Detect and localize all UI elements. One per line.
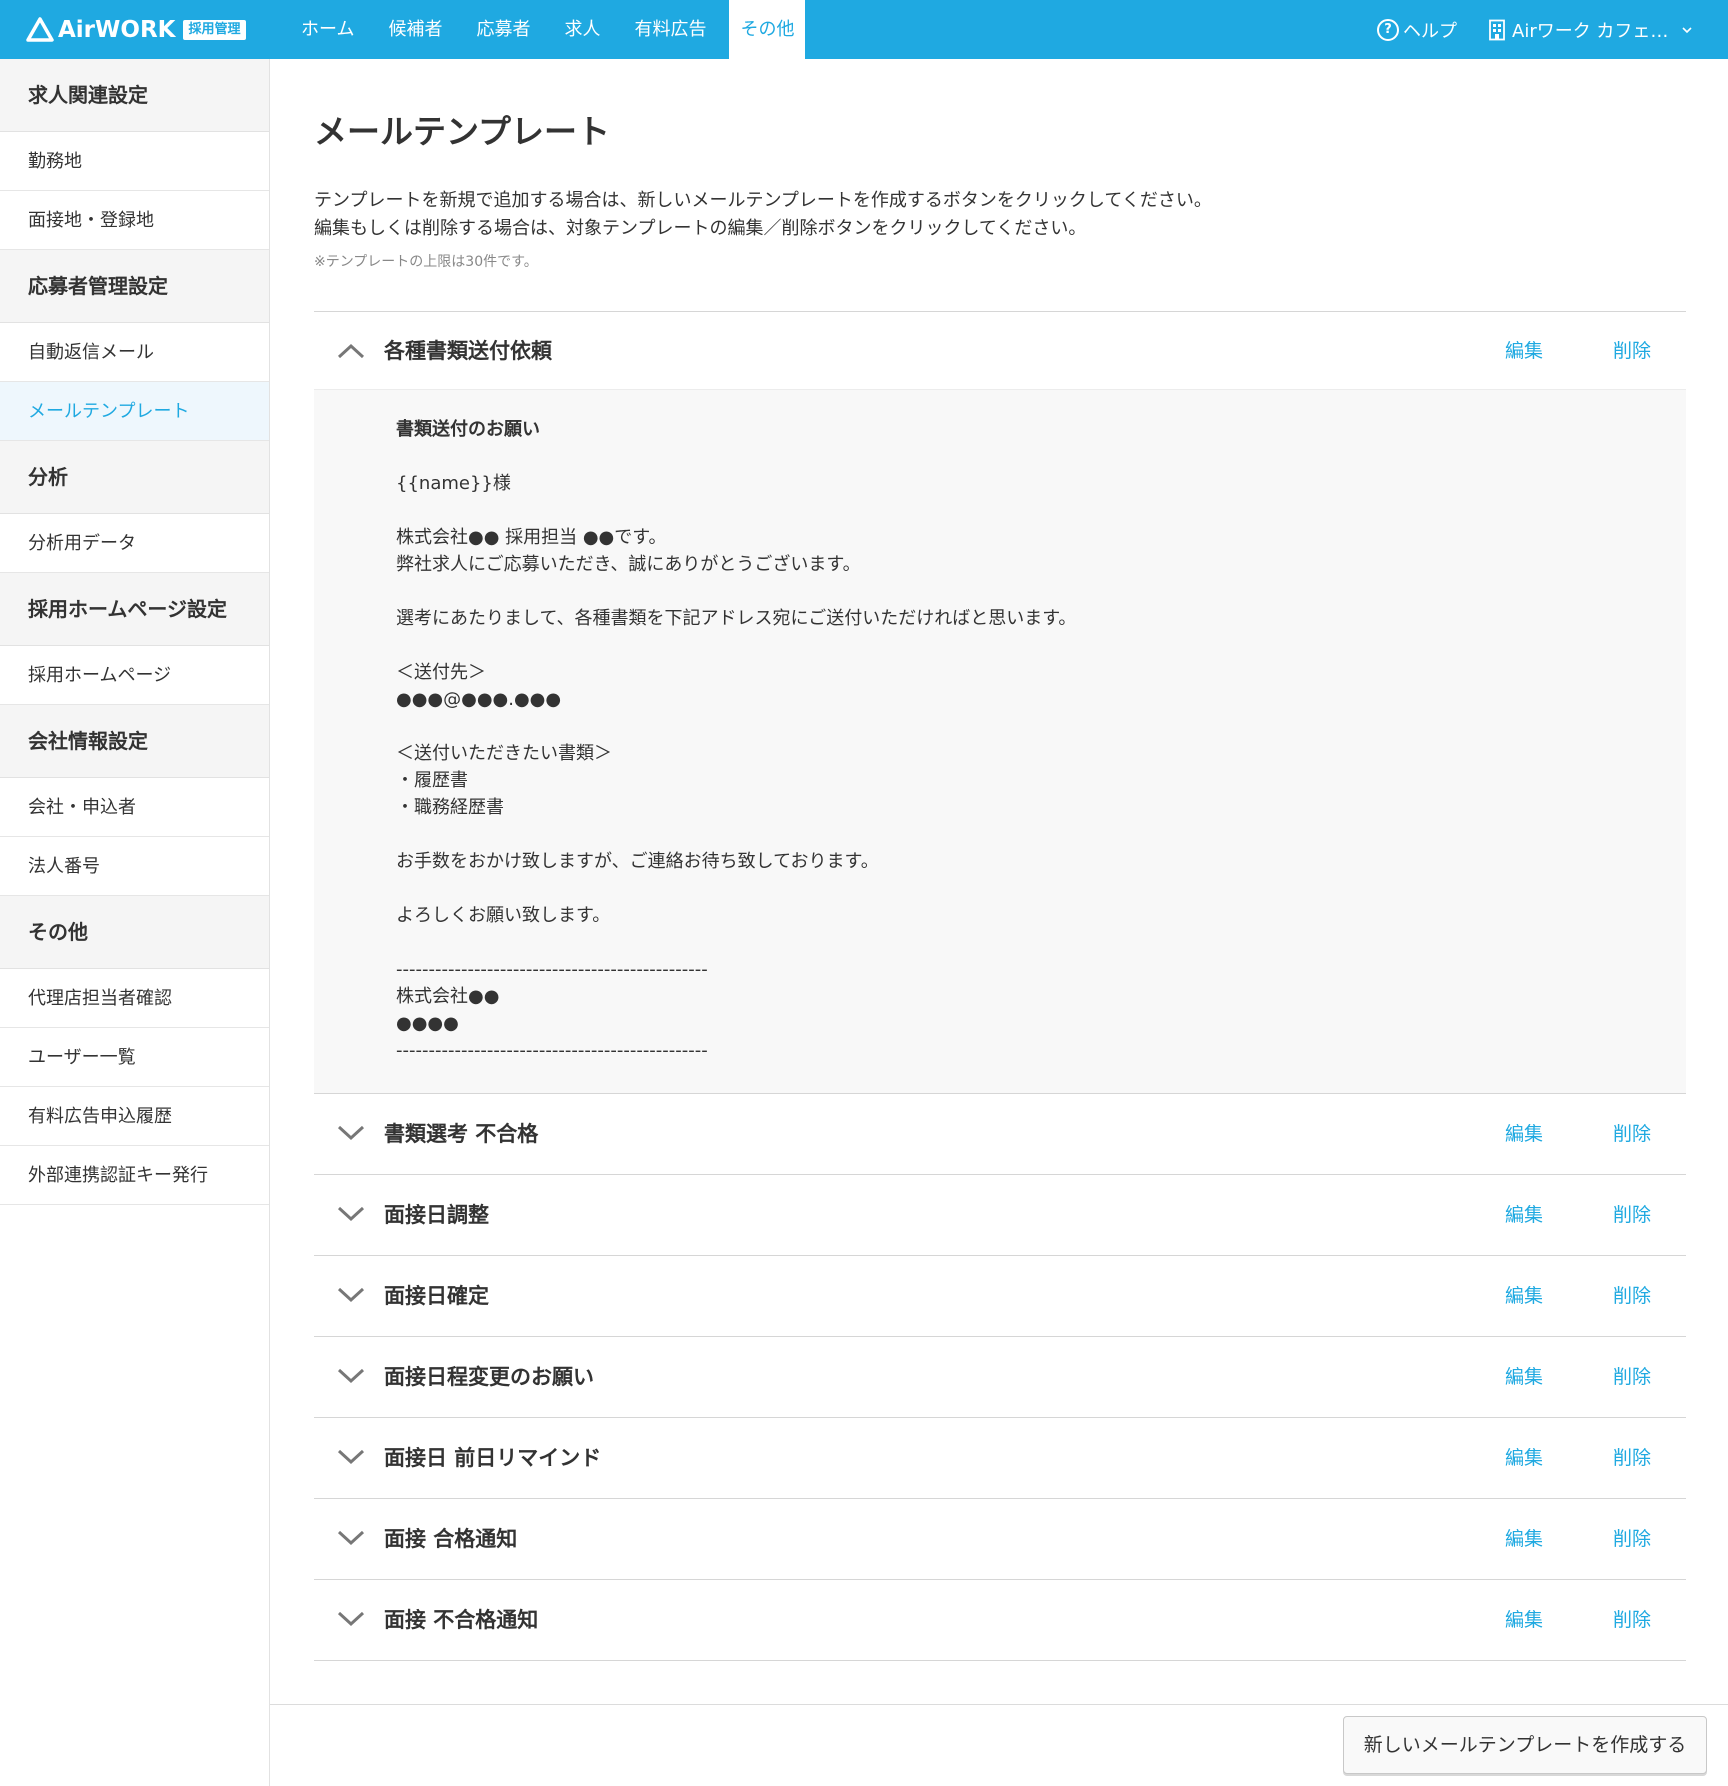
main-content: メールテンプレート テンプレートを新規で追加する場合は、新しいメールテンプレート… bbox=[270, 59, 1728, 1786]
delete-button[interactable]: 削除 bbox=[1613, 1337, 1651, 1418]
page-title: メールテンプレート bbox=[314, 112, 611, 151]
template-title[interactable]: 面接 不合格通知 bbox=[384, 1580, 538, 1661]
description-line: 編集もしくは削除する場合は、対象テンプレートの編集／削除ボタンをクリックしてくだ… bbox=[314, 218, 1087, 239]
template-title[interactable]: 面接日 前日リマインド bbox=[384, 1418, 601, 1499]
delete-button[interactable]: 削除 bbox=[1613, 1418, 1651, 1499]
template-title[interactable]: 面接日確定 bbox=[384, 1256, 489, 1337]
chevron-down-icon[interactable] bbox=[336, 1367, 366, 1385]
edit-button[interactable]: 編集 bbox=[1505, 1337, 1543, 1418]
edit-button[interactable]: 編集 bbox=[1505, 1175, 1543, 1256]
page-description: テンプレートを新規で追加する場合は、新しいメールテンプレートを作成するボタンをク… bbox=[314, 187, 1212, 243]
sidebar-item-auto-reply[interactable]: 自動返信メール bbox=[0, 323, 269, 382]
airwork-logo-icon bbox=[26, 17, 54, 42]
template-row[interactable]: 面接 不合格通知 編集 削除 bbox=[314, 1580, 1686, 1661]
chevron-down-icon[interactable] bbox=[336, 1124, 366, 1142]
create-template-button[interactable]: 新しいメールテンプレートを作成する bbox=[1343, 1716, 1707, 1774]
sidebar-item-work-location[interactable]: 勤務地 bbox=[0, 132, 269, 191]
mail-subject: 書類送付のお願い bbox=[396, 419, 540, 440]
delete-button[interactable]: 削除 bbox=[1613, 312, 1651, 390]
main-nav: ホーム 候補者 応募者 求人 有料広告 その他 bbox=[290, 0, 806, 59]
template-row[interactable]: 各種書類送付依頼 編集 削除 bbox=[314, 312, 1686, 390]
template-body: {{name}}様 株式会社●● 採用担当 ●●です。 弊社求人にご応募いただき… bbox=[314, 390, 1686, 1094]
nav-jobs[interactable]: 求人 bbox=[553, 0, 611, 59]
logo-text: AirWORK bbox=[58, 17, 176, 43]
sidebar-item-company-applicant[interactable]: 会社・申込者 bbox=[0, 778, 269, 837]
template-row[interactable]: 面接日確定 編集 削除 bbox=[314, 1256, 1686, 1337]
template-row[interactable]: 面接 合格通知 編集 削除 bbox=[314, 1499, 1686, 1580]
airwork-logo[interactable]: AirWORK 採用管理 bbox=[26, 16, 246, 44]
template-row[interactable]: 面接日 前日リマインド 編集 削除 bbox=[314, 1418, 1686, 1499]
edit-button[interactable]: 編集 bbox=[1505, 1256, 1543, 1337]
template-title[interactable]: 面接日調整 bbox=[384, 1175, 489, 1256]
nav-other[interactable]: その他 bbox=[729, 0, 806, 59]
nav-home[interactable]: ホーム bbox=[290, 0, 365, 59]
template-row[interactable]: 面接日調整 編集 削除 bbox=[314, 1175, 1686, 1256]
delete-button[interactable]: 削除 bbox=[1613, 1256, 1651, 1337]
help-label: ヘルプ bbox=[1403, 20, 1457, 42]
edit-button[interactable]: 編集 bbox=[1505, 312, 1543, 390]
mail-body: {{name}}様 株式会社●● 採用担当 ●●です。 弊社求人にご応募いただき… bbox=[396, 473, 1077, 1061]
template-title[interactable]: 書類選考 不合格 bbox=[384, 1094, 538, 1175]
nav-applicants[interactable]: 応募者 bbox=[465, 0, 541, 59]
sidebar-heading-job-settings: 求人関連設定 bbox=[0, 59, 269, 132]
sidebar-item-analysis-data[interactable]: 分析用データ bbox=[0, 514, 269, 573]
delete-button[interactable]: 削除 bbox=[1613, 1499, 1651, 1580]
building-icon bbox=[1489, 19, 1505, 40]
help-link[interactable]: ? ヘルプ bbox=[1377, 0, 1457, 59]
template-list: 各種書類送付依頼 編集 削除 {{name}}様 株式会社●● 採用担当 ●●で… bbox=[314, 311, 1686, 1661]
sidebar-heading-company-settings: 会社情報設定 bbox=[0, 705, 269, 778]
sidebar-item-paid-ad-history[interactable]: 有料広告申込履歴 bbox=[0, 1087, 269, 1146]
chevron-down-icon[interactable] bbox=[336, 1610, 366, 1628]
sidebar-heading-other: その他 bbox=[0, 896, 269, 969]
delete-button[interactable]: 削除 bbox=[1613, 1580, 1651, 1661]
account-menu[interactable]: Airワーク カフェ… bbox=[1488, 0, 1693, 59]
template-title[interactable]: 面接日程変更のお願い bbox=[384, 1337, 594, 1418]
sidebar-item-homepage[interactable]: 採用ホームページ bbox=[0, 646, 269, 705]
chevron-down-icon bbox=[1682, 26, 1693, 33]
sidebar-item-agency-contact[interactable]: 代理店担当者確認 bbox=[0, 969, 269, 1028]
chevron-up-icon[interactable] bbox=[336, 342, 366, 360]
chevron-down-icon[interactable] bbox=[336, 1448, 366, 1466]
chevron-down-icon[interactable] bbox=[336, 1286, 366, 1304]
edit-button[interactable]: 編集 bbox=[1505, 1580, 1543, 1661]
sidebar: 求人関連設定 勤務地 面接地・登録地 応募者管理設定 自動返信メール メールテン… bbox=[0, 59, 270, 1786]
description-line: テンプレートを新規で追加する場合は、新しいメールテンプレートを作成するボタンをク… bbox=[314, 190, 1212, 211]
limit-note: ※テンプレートの上限は30件です。 bbox=[314, 254, 538, 270]
template-title[interactable]: 面接 合格通知 bbox=[384, 1499, 517, 1580]
template-title[interactable]: 各種書類送付依頼 bbox=[384, 312, 552, 390]
sidebar-item-corporate-number[interactable]: 法人番号 bbox=[0, 837, 269, 896]
sidebar-item-api-key[interactable]: 外部連携認証キー発行 bbox=[0, 1146, 269, 1205]
delete-button[interactable]: 削除 bbox=[1613, 1175, 1651, 1256]
sidebar-heading-analysis: 分析 bbox=[0, 441, 269, 514]
sidebar-item-mail-template[interactable]: メールテンプレート bbox=[0, 382, 269, 441]
edit-button[interactable]: 編集 bbox=[1505, 1094, 1543, 1175]
edit-button[interactable]: 編集 bbox=[1505, 1499, 1543, 1580]
sidebar-item-user-list[interactable]: ユーザー一覧 bbox=[0, 1028, 269, 1087]
bottom-action-bar: 新しいメールテンプレートを作成する bbox=[270, 1704, 1728, 1786]
template-row[interactable]: 書類選考 不合格 編集 削除 bbox=[314, 1094, 1686, 1175]
nav-candidates[interactable]: 候補者 bbox=[377, 0, 453, 59]
delete-button[interactable]: 削除 bbox=[1613, 1094, 1651, 1175]
sidebar-item-interview-location[interactable]: 面接地・登録地 bbox=[0, 191, 269, 250]
chevron-down-icon[interactable] bbox=[336, 1205, 366, 1223]
nav-paid-ads[interactable]: 有料広告 bbox=[623, 0, 717, 59]
help-icon: ? bbox=[1377, 18, 1399, 41]
account-name: Airワーク カフェ… bbox=[1512, 20, 1669, 42]
sidebar-heading-applicant-settings: 応募者管理設定 bbox=[0, 250, 269, 323]
sidebar-heading-homepage-settings: 採用ホームページ設定 bbox=[0, 573, 269, 646]
logo-badge: 採用管理 bbox=[183, 20, 246, 40]
top-navigation-bar: AirWORK 採用管理 ホーム 候補者 応募者 求人 有料広告 その他 ? ヘ… bbox=[0, 0, 1728, 59]
chevron-down-icon[interactable] bbox=[336, 1529, 366, 1547]
edit-button[interactable]: 編集 bbox=[1505, 1418, 1543, 1499]
template-row[interactable]: 面接日程変更のお願い 編集 削除 bbox=[314, 1337, 1686, 1418]
